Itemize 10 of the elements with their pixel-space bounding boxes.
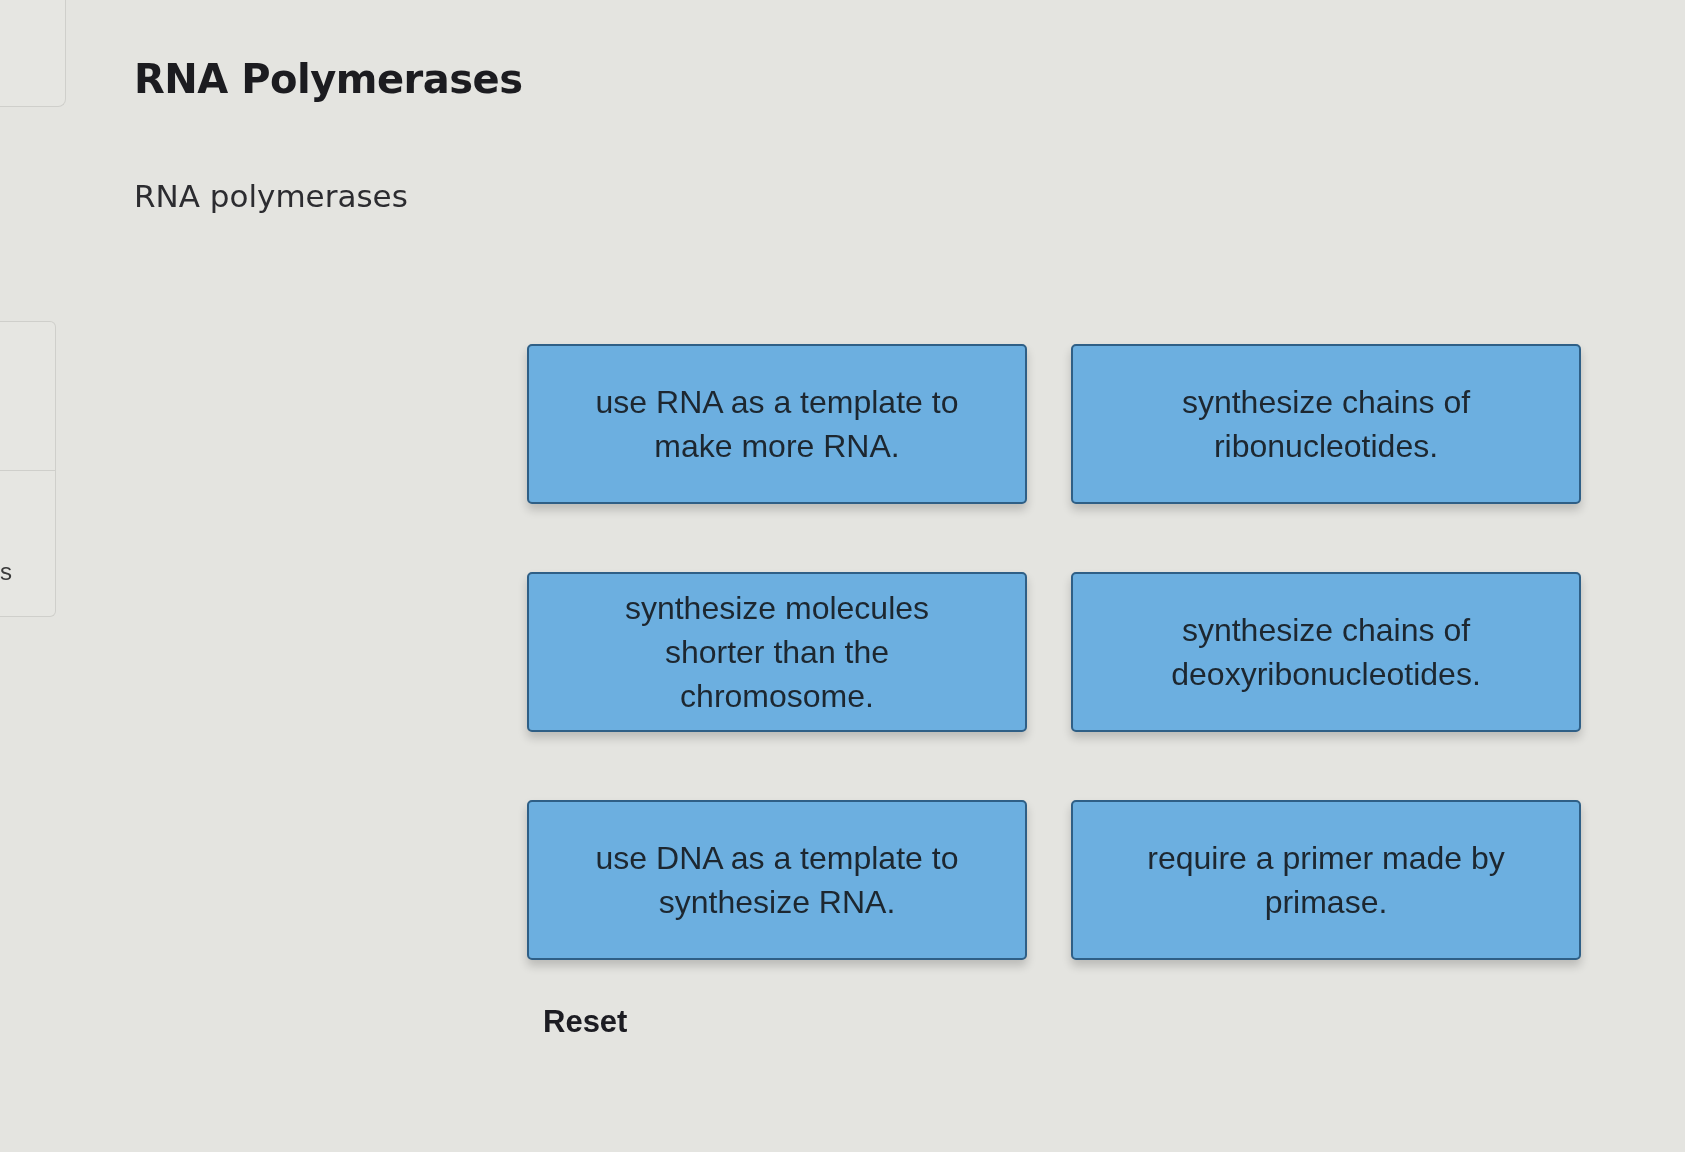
reset-button[interactable]: Reset (543, 1004, 628, 1040)
answer-tile[interactable]: require a primer made by primase. (1071, 800, 1581, 960)
answer-tile[interactable]: synthesize molecules shorter than the chromosome. (527, 572, 1027, 732)
answer-tile[interactable]: synthesize chains of deoxyribonucleotides. (1071, 572, 1581, 732)
question-prompt: RNA polymerases (134, 178, 408, 214)
page-title: RNA Polymerases (134, 56, 523, 102)
answer-tile[interactable]: use RNA as a template to make more RNA. (527, 344, 1027, 504)
answer-tile[interactable]: use DNA as a template to synthesize RNA. (527, 800, 1027, 960)
side-text: s (0, 559, 12, 585)
answer-tile[interactable]: synthesize chains of ribonucleotides. (1071, 344, 1581, 504)
